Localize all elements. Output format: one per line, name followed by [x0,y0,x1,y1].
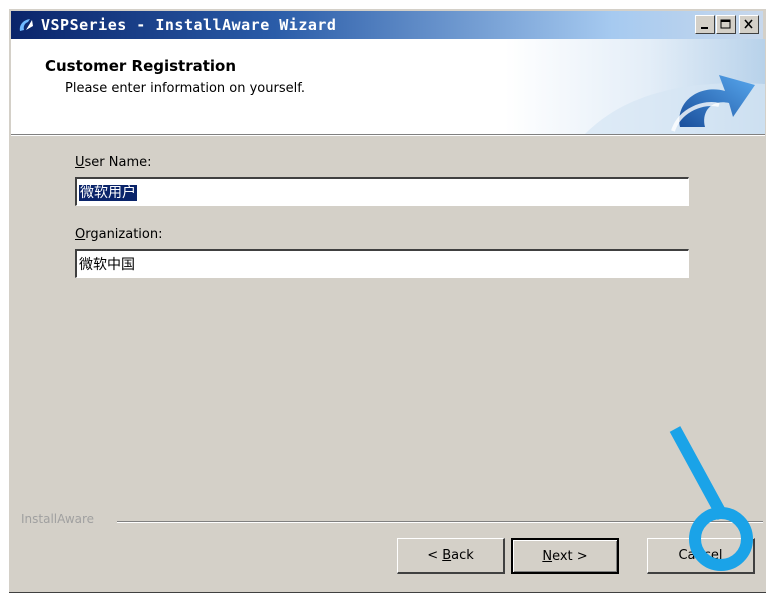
page-title: Customer Registration [45,57,237,75]
user-name-field[interactable]: 微软用户 [75,177,689,206]
installaware-brand: InstallAware [21,512,95,526]
minimize-button[interactable] [695,15,715,34]
back-button[interactable]: < Back [397,538,505,574]
title-bar[interactable]: VSPSeries - InstallAware Wizard [11,11,763,39]
organization-field[interactable]: 微软中国 [75,249,689,278]
organization-value: 微软中国 [79,257,135,273]
maximize-button[interactable] [716,15,736,34]
header-arrow-icon [505,39,765,134]
wizard-header: Customer Registration Please enter infor… [11,39,765,134]
watermark-logo-icon [669,426,753,571]
user-name-label: User Name: [75,155,152,170]
minimize-icon [701,27,708,29]
organization-label: Organization: [75,227,163,242]
page-subtitle: Please enter information on yourself. [65,81,305,96]
installer-window: VSPSeries - InstallAware Wizard Customer… [8,8,766,593]
close-icon [744,19,753,29]
close-button[interactable] [739,15,759,34]
user-name-value: 微软用户 [79,185,137,201]
footer-divider [117,521,763,523]
app-icon [17,16,35,34]
header-divider [11,134,765,136]
window-title: VSPSeries - InstallAware Wizard [41,16,337,34]
next-button[interactable]: Next > [511,538,619,574]
maximize-icon [720,19,731,29]
